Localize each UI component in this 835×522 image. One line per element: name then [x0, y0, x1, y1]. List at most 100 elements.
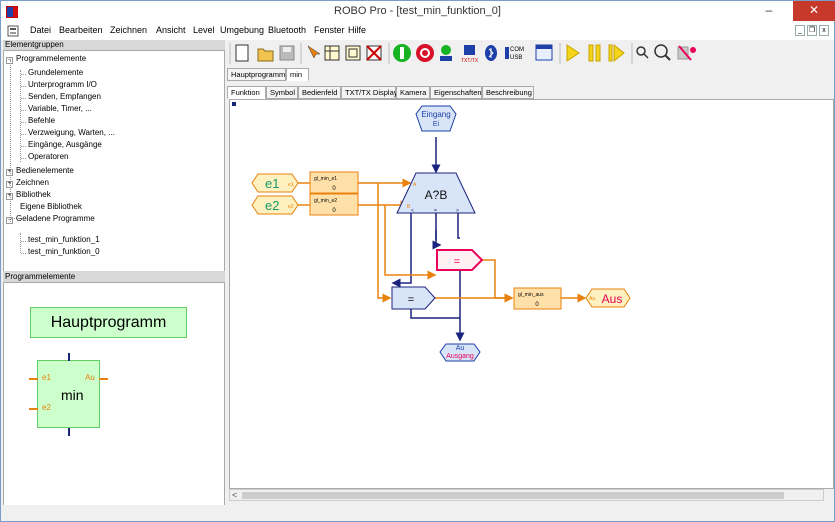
open-folder-icon[interactable]	[257, 48, 274, 62]
compare-block[interactable]: A?B A B < = >	[396, 172, 476, 214]
tree-item-unterprogramm[interactable]: Unterprogramm I/O	[28, 80, 97, 90]
interface-test-icon[interactable]	[535, 44, 553, 61]
tree-item-program-1[interactable]: test_min_funktion_1	[28, 235, 100, 245]
tab-hauptprogramm[interactable]: Hauptprogramm	[227, 68, 286, 81]
variable-e2-block[interactable]: gl_min_e2 0	[309, 193, 359, 216]
toolbar-icons: TXT/TX COM USB	[229, 43, 696, 64]
min-subprogram-element[interactable]: min e1 e2 Au	[37, 360, 100, 428]
mdi-minimize-button[interactable]: _	[795, 25, 805, 36]
debug-icon[interactable]	[677, 45, 696, 61]
menu-hilfe[interactable]: Hilfe	[348, 25, 366, 35]
play-icon[interactable]	[566, 44, 580, 62]
copy-icon[interactable]	[345, 45, 361, 61]
tree-item-grundelemente[interactable]: Grundelemente	[28, 68, 83, 78]
tab-bedienfeld[interactable]: Bedienfeld	[298, 86, 341, 99]
tab-funktion[interactable]: Funktion	[227, 86, 266, 99]
tab-eigenschaften[interactable]: Eigenschaften	[430, 86, 482, 99]
program-canvas[interactable]: Eingang Ei e1 e1 e2 e2 gl_min_e1 0 gl_mi…	[229, 99, 834, 489]
txt-tx-controller-icon[interactable]: TXT/TX	[461, 45, 479, 64]
tab-symbol[interactable]: Symbol	[266, 86, 298, 99]
min-block-label: min	[61, 387, 84, 403]
assign-blue-label: =	[408, 294, 414, 306]
tab-kamera[interactable]: Kamera	[396, 86, 430, 99]
window-title: ROBO Pro - [test_min_funktion_0]	[334, 5, 501, 17]
eingang-block[interactable]: Eingang Ei	[415, 105, 457, 132]
new-file-icon[interactable]	[235, 44, 249, 62]
zoom-in-icon[interactable]	[654, 44, 671, 61]
step-icon[interactable]	[608, 43, 625, 63]
minimize-button[interactable]: –	[755, 1, 783, 21]
tree-item-variable[interactable]: Variable, Timer, ...	[28, 104, 92, 114]
tree-item-bedienelemente[interactable]: + Bedienelemente	[6, 166, 74, 176]
var2-name: gl_min_e2	[314, 198, 337, 204]
mdi-document-icon[interactable]	[7, 25, 19, 37]
robo-pro-window: ROBO Pro - [test_min_funktion_0] – □ ✕ D…	[0, 0, 835, 522]
e2-input-block[interactable]: e2 e2	[251, 195, 299, 215]
zoom-out-icon[interactable]	[636, 46, 649, 59]
tab-beschreibung[interactable]: Beschreibung	[482, 86, 534, 99]
tree-item-bibliothek[interactable]: + Bibliothek	[6, 190, 51, 200]
svg-text:USB: USB	[510, 55, 522, 61]
tree-item-eingaenge[interactable]: Eingänge, Ausgänge	[28, 140, 102, 150]
tree-item-befehle[interactable]: Befehle	[28, 116, 55, 126]
ausgang-block[interactable]: Au Ausgang	[439, 343, 481, 362]
eingang-label: Eingang	[421, 110, 450, 119]
status-bar	[1, 505, 834, 521]
tree-item-eigene-bibliothek[interactable]: Eigene Bibliothek	[20, 202, 82, 212]
variable-aus-block[interactable]: gl_min_aus 0	[513, 287, 562, 310]
left-panel: Elementgruppen − Programmelemente Grundel…	[3, 40, 225, 518]
min-block-in1: e1	[42, 373, 51, 382]
program-elements-area: Hauptprogramm min e1 e2 Au	[3, 282, 225, 518]
ausgang-port: Au	[456, 345, 465, 352]
assign-block-pink[interactable]: =	[436, 249, 484, 271]
canvas-origin-mark	[232, 102, 236, 106]
delete-icon[interactable]	[366, 45, 382, 61]
stop-icon[interactable]	[416, 44, 434, 62]
tree-item-geladene-programme[interactable]: − Geladene Programme	[6, 214, 95, 224]
scroll-thumb[interactable]	[242, 492, 784, 499]
menu-level[interactable]: Level	[193, 25, 215, 35]
element-groups-header: Elementgruppen	[3, 40, 225, 50]
mdi-close-button[interactable]: x	[819, 25, 829, 36]
e1-input-block[interactable]: e1 e1	[251, 173, 299, 193]
download-icon[interactable]	[440, 45, 452, 61]
menu-bearbeiten[interactable]: Bearbeiten	[59, 25, 103, 35]
bluetooth-icon[interactable]	[485, 45, 497, 61]
menu-fenster[interactable]: Fenster	[314, 25, 345, 35]
menu-ansicht[interactable]: Ansicht	[156, 25, 186, 35]
tree-item-operatoren[interactable]: Operatoren	[28, 152, 68, 162]
tree-item-zeichnen[interactable]: + Zeichnen	[6, 178, 49, 188]
tree-item-verzweigung[interactable]: Verzweigung, Warten, ...	[28, 128, 115, 138]
flow-wires	[391, 137, 465, 342]
menu-zeichnen[interactable]: Zeichnen	[110, 25, 147, 35]
scroll-left-arrow[interactable]: <	[232, 490, 237, 500]
start-icon[interactable]	[393, 44, 411, 62]
tree-item-senden[interactable]: Senden, Empfangen	[28, 92, 101, 102]
aus-output-block[interactable]: Au Aus	[585, 288, 631, 308]
tab-txt-display[interactable]: TXT/TX Display	[341, 86, 398, 99]
eingang-port: Ei	[433, 121, 440, 128]
hauptprogramm-element[interactable]: Hauptprogramm	[30, 307, 187, 338]
tree-item-programmelemente[interactable]: − Programmelemente	[6, 54, 86, 64]
compare-out-lt: <	[411, 208, 414, 214]
com-usb-icon[interactable]: COM USB	[505, 47, 524, 61]
tab-min[interactable]: min	[286, 68, 309, 81]
grid-icon[interactable]	[324, 45, 340, 61]
save-icon[interactable]	[279, 45, 295, 61]
variable-e1-block[interactable]: gl_min_e1 0	[309, 171, 359, 194]
program-elements-header: Programmelemente	[3, 271, 225, 282]
mdi-restore-button[interactable]: ❐	[807, 25, 817, 36]
toolbar: TXT/TX COM USB	[227, 40, 834, 67]
arrow-tool-icon[interactable]	[307, 45, 321, 59]
tree-item-program-0[interactable]: test_min_funktion_0	[28, 247, 100, 257]
close-button[interactable]: ✕	[793, 1, 835, 21]
menu-umgebung[interactable]: Umgebung	[220, 25, 264, 35]
var1-name: gl_min_e1	[314, 176, 337, 182]
pause-icon[interactable]	[588, 44, 601, 62]
program-tabs: Hauptprogramm min	[227, 68, 834, 81]
compare-out-eq: =	[434, 208, 437, 214]
assign-block-blue[interactable]: =	[391, 286, 436, 310]
menu-bluetooth[interactable]: Bluetooth	[268, 25, 306, 35]
menu-datei[interactable]: Datei	[30, 25, 51, 35]
canvas-horizontal-scrollbar[interactable]: <	[229, 489, 824, 501]
